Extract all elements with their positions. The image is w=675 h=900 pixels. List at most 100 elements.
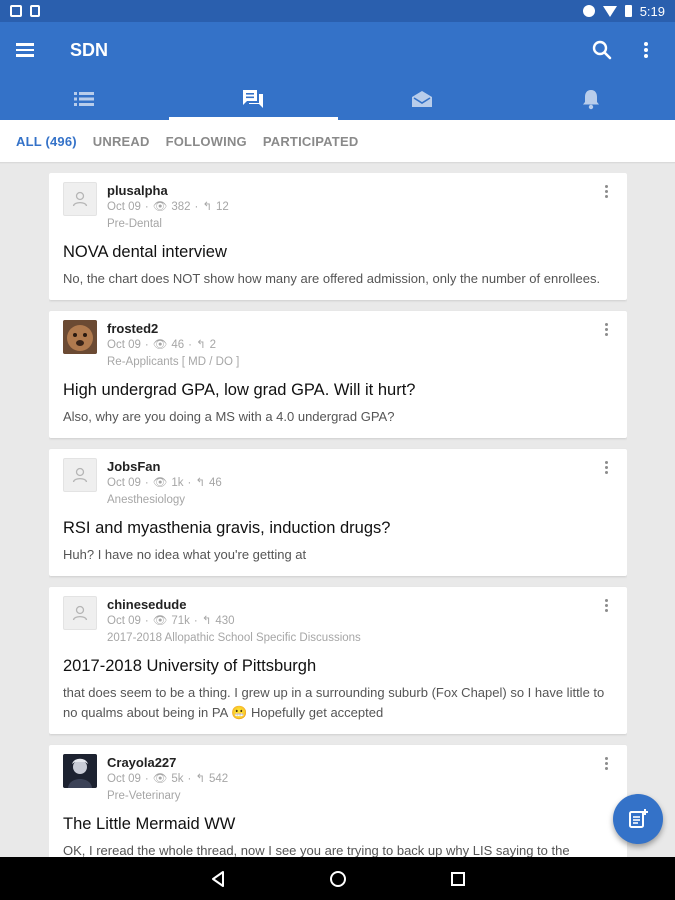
avatar[interactable] xyxy=(63,754,97,788)
reply-count: 2 xyxy=(209,339,217,351)
character-avatar-image xyxy=(63,754,97,788)
photo-notification-icon xyxy=(10,5,22,17)
thread-stats: Oct 09 · 👁 382 · ↰ 12 xyxy=(107,199,613,216)
thread-card[interactable]: plusalpha Oct 09 · 👁 382 · ↰ 12 Pre-Dental… xyxy=(49,173,627,300)
username[interactable]: Crayola227 xyxy=(107,755,613,771)
filter-all[interactable]: ALL (496) xyxy=(16,134,77,149)
thread-title[interactable]: High undergrad GPA, low grad GPA. Will i… xyxy=(63,380,613,401)
app-title: SDN xyxy=(70,39,109,60)
default-user-icon xyxy=(72,191,88,207)
eye-icon: 👁 xyxy=(152,339,168,351)
thread-title[interactable]: The Little Mermaid WW xyxy=(63,814,613,835)
search-icon[interactable] xyxy=(589,37,615,63)
filter-following[interactable]: FOLLOWING xyxy=(166,134,247,149)
status-time: 5:19 xyxy=(639,3,665,19)
username[interactable]: plusalpha xyxy=(107,183,613,199)
username[interactable]: chinesedude xyxy=(107,597,613,613)
username[interactable]: JobsFan xyxy=(107,459,613,475)
hamburger-menu-icon[interactable] xyxy=(16,34,48,66)
avatar[interactable] xyxy=(63,320,97,354)
home-icon[interactable] xyxy=(323,864,353,894)
thread-snippet: Also, why are you doing a MS with a 4.0 … xyxy=(63,409,395,424)
thread-stats: Oct 09 · 👁 5k · ↰ 542 xyxy=(107,771,613,788)
more-options-icon[interactable] xyxy=(601,185,611,203)
thread-snippet: that does seem to be a thing. I grew up … xyxy=(63,685,605,720)
recents-icon[interactable] xyxy=(443,864,473,894)
more-options-icon[interactable] xyxy=(601,323,611,341)
forum-name[interactable]: Pre-Veterinary xyxy=(107,788,613,805)
list-icon xyxy=(74,92,95,106)
default-user-icon xyxy=(72,467,88,483)
overflow-menu-icon[interactable] xyxy=(633,37,659,63)
post-date: Oct 09 xyxy=(107,477,141,489)
app-bar: SDN xyxy=(0,22,675,120)
post-date: Oct 09 xyxy=(107,615,141,627)
tab-forums[interactable] xyxy=(0,78,169,120)
toolbar: SDN xyxy=(0,22,675,78)
view-count: 71k xyxy=(171,615,190,627)
username[interactable]: frosted2 xyxy=(107,321,613,337)
reply-icon: ↰ xyxy=(202,201,213,213)
more-options-icon[interactable] xyxy=(601,461,611,479)
avatar[interactable] xyxy=(63,458,97,492)
tab-threads[interactable] xyxy=(168,78,338,120)
more-options-icon[interactable] xyxy=(601,757,611,775)
more-options-icon[interactable] xyxy=(601,599,611,617)
status-bar: 5:19 xyxy=(0,0,675,22)
thread-title[interactable]: 2017-2018 University of Pittsburgh xyxy=(63,656,613,677)
eye-icon: 👁 xyxy=(152,773,168,785)
thread-title[interactable]: NOVA dental interview xyxy=(63,242,613,263)
tab-messages[interactable] xyxy=(338,78,507,120)
thread-card[interactable]: JobsFan Oct 09 · 👁 1k · ↰ 46 Anesthesiolog… xyxy=(49,449,627,576)
filter-participated[interactable]: PARTICIPATED xyxy=(263,134,359,149)
sim-notification-icon xyxy=(30,5,40,17)
compose-icon xyxy=(629,809,648,828)
thread-stats: Oct 09 · 👁 1k · ↰ 46 xyxy=(107,475,613,492)
eye-icon: 👁 xyxy=(152,201,168,213)
reply-icon: ↰ xyxy=(195,773,205,785)
reply-icon: ↰ xyxy=(195,477,205,489)
eye-icon: 👁 xyxy=(152,477,168,489)
avatar[interactable] xyxy=(63,596,97,630)
eye-icon: 👁 xyxy=(152,615,168,627)
avatar[interactable] xyxy=(63,182,97,216)
thread-title[interactable]: RSI and myasthenia gravis, induction dru… xyxy=(63,518,613,539)
forum-name[interactable]: Pre-Dental xyxy=(107,216,613,233)
reply-icon: ↰ xyxy=(201,615,212,627)
thread-snippet: Huh? I have no idea what you're getting … xyxy=(63,547,307,562)
forum-name[interactable]: Anesthesiology xyxy=(107,492,613,509)
chat-icon xyxy=(243,90,264,108)
new-thread-button[interactable] xyxy=(613,794,663,844)
forum-name[interactable]: 2017-2018 Allopathic School Specific Dis… xyxy=(107,630,613,647)
reply-count: 46 xyxy=(208,477,222,489)
thread-card[interactable]: chinesedude Oct 09 · 👁 71k · ↰ 430 2017-20… xyxy=(49,587,627,734)
view-count: 1k xyxy=(171,477,184,489)
thread-card[interactable]: frosted2 Oct 09 · 👁 46 · ↰ 2 Re-Applicants… xyxy=(49,311,627,438)
thread-card[interactable]: Crayola227 Oct 09 · 👁 5k · ↰ 542 Pre-Veter… xyxy=(49,745,627,857)
dog-avatar-image xyxy=(63,320,97,354)
reply-count: 542 xyxy=(208,773,229,785)
system-navigation-bar xyxy=(0,857,675,900)
tab-notifications[interactable] xyxy=(506,78,675,120)
post-date: Oct 09 xyxy=(107,201,141,213)
do-not-disturb-icon xyxy=(582,5,595,17)
default-user-icon xyxy=(72,605,88,621)
back-icon[interactable] xyxy=(203,864,233,894)
thread-snippet: OK, I reread the whole thread, now I see… xyxy=(63,843,570,857)
wifi-icon xyxy=(602,5,617,17)
mail-icon xyxy=(411,91,432,107)
thread-stats: Oct 09 · 👁 46 · ↰ 2 xyxy=(107,337,613,354)
bell-icon xyxy=(582,90,599,110)
filter-unread[interactable]: UNREAD xyxy=(93,134,150,149)
thread-stats: Oct 09 · 👁 71k · ↰ 430 xyxy=(107,613,613,630)
post-date: Oct 09 xyxy=(107,773,141,785)
post-date: Oct 09 xyxy=(107,339,141,351)
battery-icon xyxy=(624,5,632,17)
view-count: 382 xyxy=(171,201,191,213)
reply-count: 430 xyxy=(215,615,235,627)
view-count: 5k xyxy=(171,773,184,785)
thread-list[interactable]: plusalpha Oct 09 · 👁 382 · ↰ 12 Pre-Dental… xyxy=(49,173,627,857)
reply-count: 12 xyxy=(216,201,229,213)
forum-name[interactable]: Re-Applicants [ MD / DO ] xyxy=(107,354,613,371)
reply-icon: ↰ xyxy=(195,339,206,351)
